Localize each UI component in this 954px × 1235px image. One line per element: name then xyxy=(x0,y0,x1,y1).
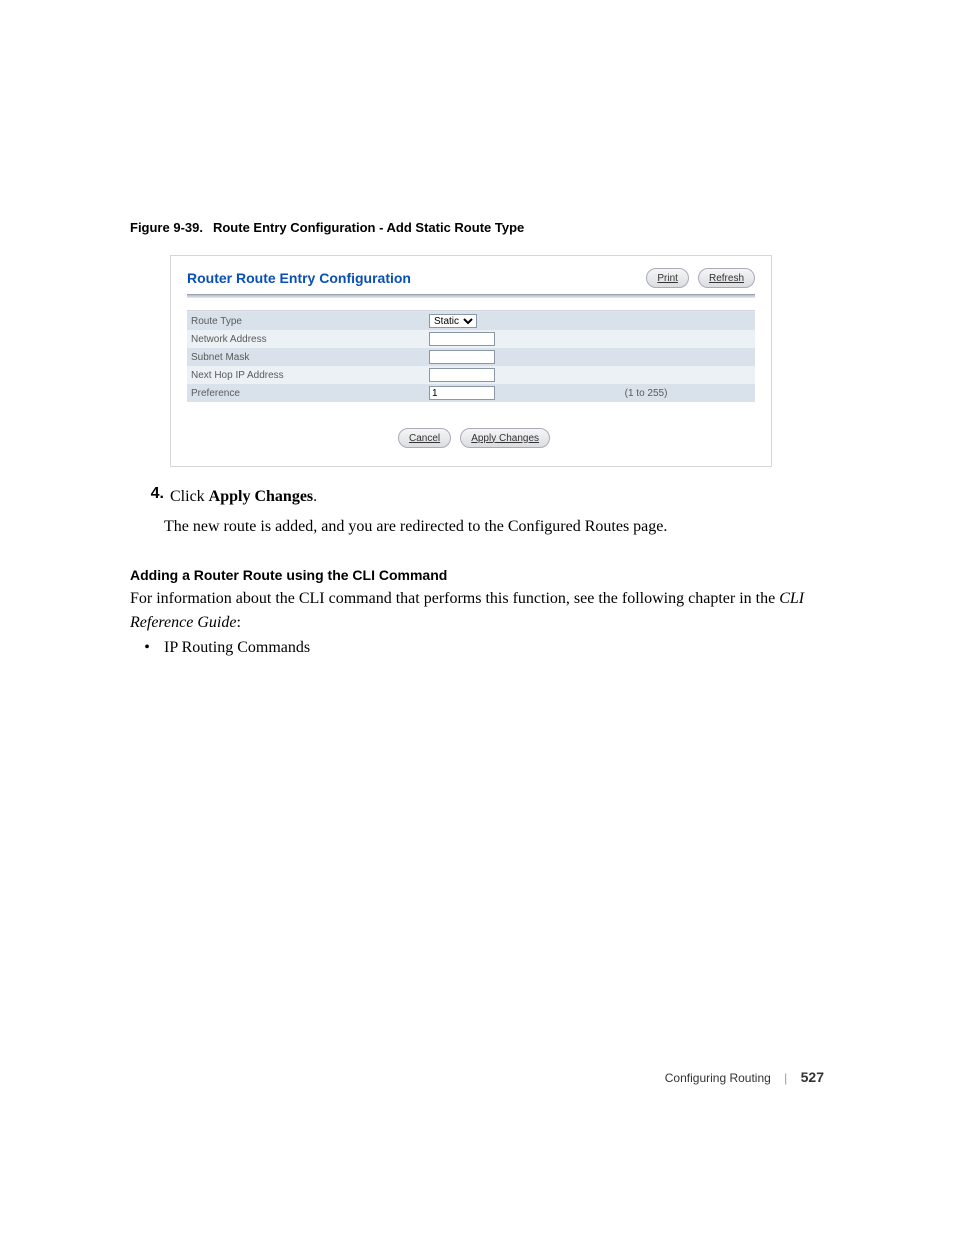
footer-separator: | xyxy=(784,1071,787,1085)
figure-label: Figure 9-39. xyxy=(130,220,203,235)
refresh-button[interactable]: Refresh xyxy=(698,268,755,288)
step-text: Click Apply Changes. xyxy=(170,485,317,509)
footer-page-number: 527 xyxy=(801,1069,824,1085)
router-config-panel: Router Route Entry Configuration Print R… xyxy=(170,255,772,467)
figure-caption: Figure 9-39. Route Entry Configuration - … xyxy=(130,220,824,235)
subnet-mask-label: Subnet Mask xyxy=(187,348,425,366)
step-follow-text: The new route is added, and you are redi… xyxy=(164,515,824,539)
config-form-table: Route Type Static Network Address xyxy=(187,312,755,402)
step-item: 4. Click Apply Changes. xyxy=(130,485,824,509)
network-address-label: Network Address xyxy=(187,330,425,348)
step-number: 4. xyxy=(130,485,170,509)
bullet-text: IP Routing Commands xyxy=(164,639,310,657)
table-row: Route Type Static xyxy=(187,312,755,330)
next-hop-input[interactable] xyxy=(429,368,495,382)
apply-changes-button[interactable]: Apply Changes xyxy=(460,428,550,448)
route-type-label: Route Type xyxy=(187,312,425,330)
preference-input[interactable] xyxy=(429,386,495,400)
divider xyxy=(187,294,755,298)
table-row: Subnet Mask xyxy=(187,348,755,366)
bullet-item: • IP Routing Commands xyxy=(130,639,824,657)
next-hop-label: Next Hop IP Address xyxy=(187,366,425,384)
route-type-select[interactable]: Static xyxy=(429,314,477,328)
print-button[interactable]: Print xyxy=(646,268,689,288)
panel-action-buttons: Print Refresh xyxy=(640,268,755,288)
panel-title: Router Route Entry Configuration xyxy=(187,270,411,286)
preference-hint: (1 to 255) xyxy=(621,384,755,402)
cli-paragraph: For information about the CLI command th… xyxy=(130,587,824,635)
table-row: Next Hop IP Address xyxy=(187,366,755,384)
page-footer: Configuring Routing | 527 xyxy=(665,1069,824,1085)
cancel-button[interactable]: Cancel xyxy=(398,428,451,448)
table-row: Network Address xyxy=(187,330,755,348)
preference-label: Preference xyxy=(187,384,425,402)
bullet-marker: • xyxy=(130,639,164,657)
cli-heading: Adding a Router Route using the CLI Comm… xyxy=(130,567,824,583)
figure-title: Route Entry Configuration - Add Static R… xyxy=(213,220,524,235)
footer-section: Configuring Routing xyxy=(665,1071,771,1085)
table-row: Preference (1 to 255) xyxy=(187,384,755,402)
network-address-input[interactable] xyxy=(429,332,495,346)
subnet-mask-input[interactable] xyxy=(429,350,495,364)
